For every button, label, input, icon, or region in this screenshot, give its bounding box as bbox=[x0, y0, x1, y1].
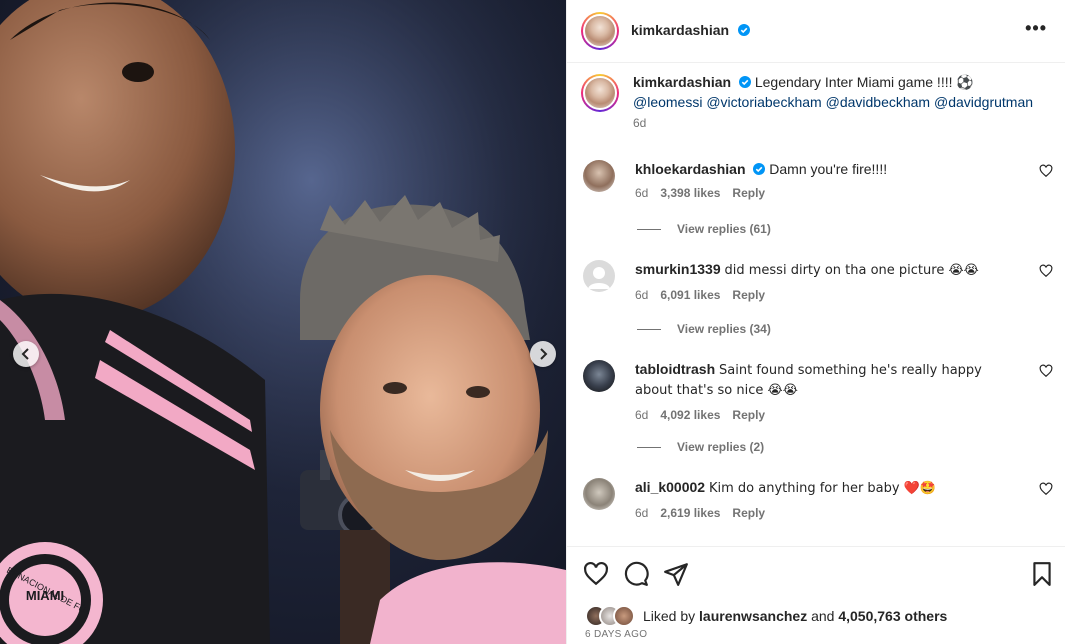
caption-timestamp: 6d bbox=[633, 116, 647, 130]
comment-likes[interactable]: 3,398 likes bbox=[660, 186, 720, 200]
comment-likes[interactable]: 2,619 likes bbox=[660, 506, 720, 520]
comment-bubble-icon[interactable] bbox=[623, 561, 649, 587]
post-side-panel: kimkardashian ••• kimkardashian Legendar… bbox=[566, 0, 1065, 644]
carousel-prev-button[interactable] bbox=[13, 341, 39, 367]
verified-badge-icon bbox=[738, 76, 751, 88]
commenter-username[interactable]: khloekardashian bbox=[635, 161, 746, 177]
reply-button[interactable]: Reply bbox=[732, 186, 765, 200]
commenter-username[interactable]: ali_k00002 bbox=[635, 479, 705, 495]
likes-prefix: Liked by bbox=[643, 608, 696, 624]
chevron-left-icon bbox=[21, 348, 29, 360]
view-replies-label: View replies (34) bbox=[677, 322, 771, 336]
comment-time: 6d bbox=[635, 186, 649, 200]
commenter-avatar[interactable] bbox=[583, 478, 615, 510]
comment-text: Kim do anything for her baby ❤️🤩 bbox=[708, 481, 937, 496]
comment-item: khloekardashian Damn you're fire!!!! 6d … bbox=[583, 160, 1053, 200]
commenter-avatar[interactable] bbox=[583, 260, 615, 292]
post-media[interactable]: MIAMI ERNACIONAL DE FÚ bbox=[0, 0, 566, 644]
caption-avatar[interactable] bbox=[581, 74, 619, 112]
mention-link[interactable]: @davidbeckham bbox=[826, 94, 931, 110]
view-replies-button[interactable]: View replies (34) bbox=[637, 322, 771, 336]
likes-count[interactable]: 4,050,763 others bbox=[838, 608, 947, 624]
comment-item: smurkin1339 did messi dirty on tha one p… bbox=[583, 260, 1053, 302]
commenter-username[interactable]: smurkin1339 bbox=[635, 261, 721, 277]
view-replies-button[interactable]: View replies (61) bbox=[637, 222, 771, 236]
comment-likes[interactable]: 4,092 likes bbox=[660, 408, 720, 422]
comment-item: ali_k00002 Kim do anything for her baby … bbox=[583, 478, 1053, 520]
reply-button[interactable]: Reply bbox=[732, 506, 765, 520]
verified-badge-icon bbox=[737, 24, 750, 36]
likes-middle: and bbox=[811, 608, 835, 624]
comment-time: 6d bbox=[635, 408, 649, 422]
more-options-icon[interactable]: ••• bbox=[1025, 19, 1047, 37]
paper-plane-icon[interactable] bbox=[663, 561, 689, 587]
mention-link[interactable]: @victoriabeckham bbox=[706, 94, 821, 110]
reply-button[interactable]: Reply bbox=[732, 288, 765, 302]
verified-badge-icon bbox=[753, 163, 766, 175]
comment-likes[interactable]: 6,091 likes bbox=[660, 288, 720, 302]
comment-time: 6d bbox=[635, 288, 649, 302]
caption-username[interactable]: kimkardashian bbox=[633, 74, 731, 90]
heart-icon[interactable] bbox=[1039, 264, 1053, 278]
liker-username[interactable]: laurenwsanchez bbox=[699, 608, 807, 624]
view-replies-button[interactable]: View replies (2) bbox=[637, 440, 764, 454]
post-actions: Liked by laurenwsanchez and 4,050,763 ot… bbox=[567, 546, 1065, 644]
carousel-next-button[interactable] bbox=[530, 341, 556, 367]
post-photo: MIAMI ERNACIONAL DE FÚ bbox=[0, 0, 566, 644]
commenter-avatar[interactable] bbox=[583, 360, 615, 392]
view-replies-label: View replies (2) bbox=[677, 440, 765, 454]
bookmark-icon[interactable] bbox=[1029, 561, 1055, 587]
heart-icon[interactable] bbox=[583, 561, 609, 587]
comment-text: Damn you're fire!!!! bbox=[769, 161, 888, 177]
mention-link[interactable]: @davidgrutman bbox=[934, 94, 1033, 110]
view-replies-label: View replies (61) bbox=[677, 222, 771, 236]
author-username[interactable]: kimkardashian bbox=[631, 22, 729, 38]
post-date: 6 DAYS AGO bbox=[585, 629, 648, 640]
likes-summary: Liked by laurenwsanchez and 4,050,763 ot… bbox=[585, 605, 947, 627]
comment-text: did messi dirty on tha one picture 😭😭 bbox=[724, 263, 979, 278]
commenter-avatar[interactable] bbox=[583, 160, 615, 192]
heart-icon[interactable] bbox=[1039, 164, 1053, 178]
heart-icon[interactable] bbox=[1039, 364, 1053, 378]
comment-item: tabloidtrash Saint found something he's … bbox=[583, 360, 1053, 422]
author-avatar[interactable] bbox=[581, 12, 619, 50]
liker-avatars[interactable] bbox=[585, 605, 637, 627]
caption-text: Legendary Inter Miami game !!!! ⚽ bbox=[754, 74, 974, 90]
commenter-username[interactable]: tabloidtrash bbox=[635, 361, 715, 377]
post-header: kimkardashian ••• bbox=[567, 0, 1065, 63]
default-avatar-icon bbox=[588, 267, 610, 289]
post-caption: kimkardashian Legendary Inter Miami game… bbox=[581, 72, 1051, 130]
chevron-right-icon bbox=[540, 348, 548, 360]
comment-time: 6d bbox=[635, 506, 649, 520]
mention-link[interactable]: @leomessi bbox=[633, 94, 702, 110]
heart-icon[interactable] bbox=[1039, 482, 1053, 496]
reply-button[interactable]: Reply bbox=[732, 408, 765, 422]
